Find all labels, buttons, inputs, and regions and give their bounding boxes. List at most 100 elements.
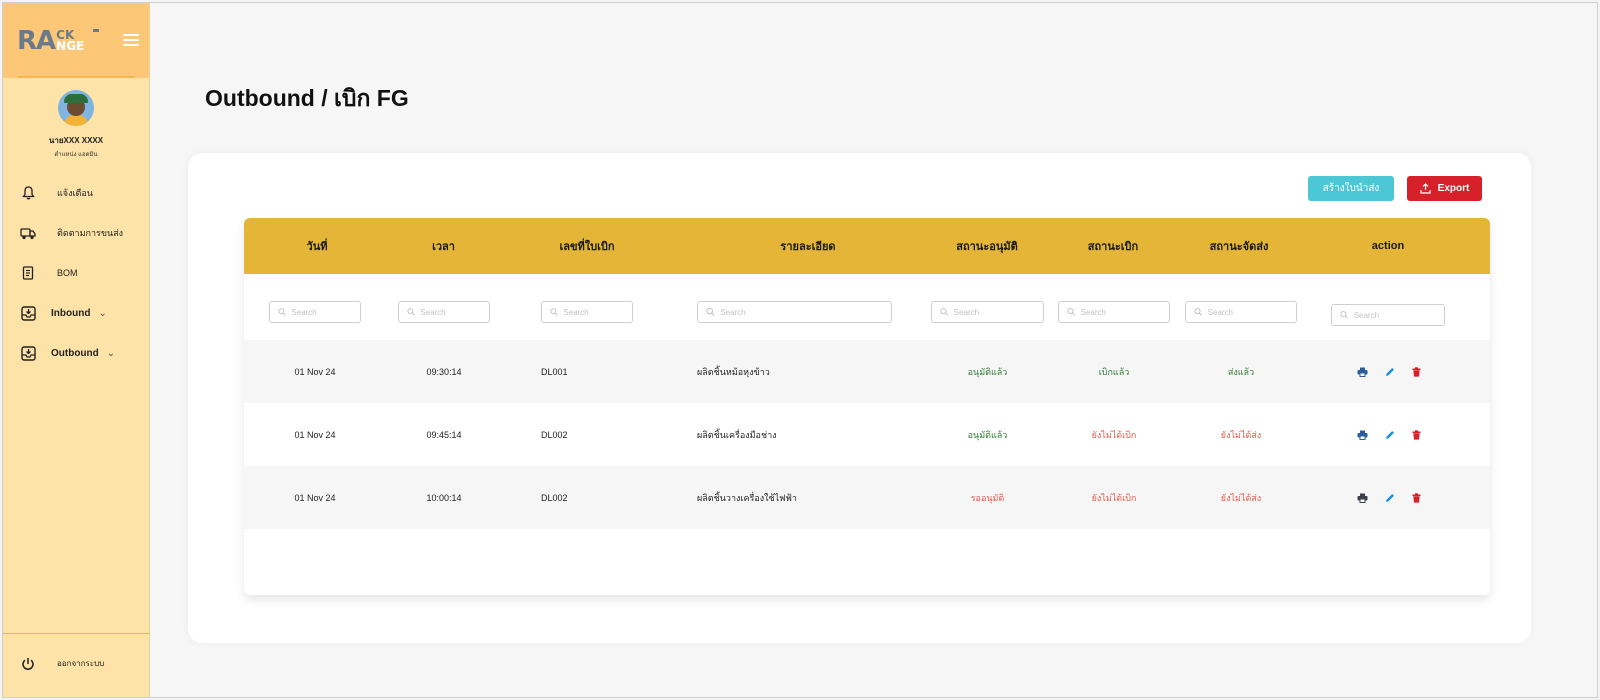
cell-approve-status: รออนุมัติ: [970, 492, 1005, 503]
cell-doc-no: DL002: [541, 429, 568, 440]
delete-icon[interactable]: [1411, 366, 1422, 377]
search-approve-status[interactable]: [931, 301, 1044, 323]
logout-button[interactable]: ออกจากระบบ: [3, 633, 150, 679]
print-icon[interactable]: [1357, 429, 1368, 440]
column-header-approve-status[interactable]: สถานะอนุมัติ: [929, 218, 1045, 274]
edit-icon[interactable]: [1384, 429, 1395, 440]
sidebar-nav: แจ้งเตือน ติดตามการขนส่ง BOM Inbound ⌄ O…: [3, 173, 149, 373]
cell-detail: ผลิตชิ้นวางเครื่องใช้ไฟฟ้า: [697, 492, 797, 503]
cell-withdraw-status: ยังไม่ได้เบิก: [1091, 492, 1137, 503]
sidebar-item-bom[interactable]: BOM: [3, 253, 149, 293]
sidebar-item-label: แจ้งเตือน: [57, 188, 93, 198]
print-icon[interactable]: [1357, 366, 1368, 377]
row-actions: [1357, 340, 1422, 403]
brand-header: RA CK NGE: [3, 3, 149, 78]
column-header-time[interactable]: เวลา: [390, 218, 497, 274]
search-action[interactable]: [1331, 304, 1445, 326]
logout-label: ออกจากระบบ: [57, 659, 105, 668]
edit-icon[interactable]: [1384, 492, 1395, 503]
chevron-down-icon[interactable]: ⌄: [107, 348, 115, 359]
sidebar-item-label: Outbound: [51, 347, 99, 359]
search-input-time[interactable]: [420, 307, 489, 317]
column-header-doc-no[interactable]: เลขที่ใบเบิก: [497, 218, 677, 274]
cell-time: 09:45:14: [426, 429, 462, 440]
export-button[interactable]: Export: [1407, 176, 1482, 201]
menu-icon[interactable]: [123, 34, 139, 46]
row-actions: [1357, 403, 1422, 466]
search-doc-no[interactable]: [541, 301, 633, 323]
table-row[interactable]: 01 Nov 24 10:00:14 DL002 ผลิตชิ้นวางเครื…: [244, 466, 1490, 529]
sidebar: RA CK NGE นายXXX XXXX ตำแหน่ง แอดมิน แจ้…: [3, 3, 150, 697]
search-icon: [407, 308, 415, 316]
delete-icon[interactable]: [1411, 429, 1422, 440]
search-detail[interactable]: [697, 301, 892, 323]
divider: [17, 76, 135, 78]
search-icon: [1067, 308, 1076, 316]
document-icon: [19, 266, 37, 280]
search-icon: [940, 308, 949, 316]
table-header: วันที่ เวลา เลขที่ใบเบิก รายละเอียด สถาน…: [244, 218, 1490, 274]
column-header-ship-status[interactable]: สถานะจัดส่ง: [1181, 218, 1297, 274]
search-icon: [1194, 308, 1203, 316]
export-label: Export: [1437, 183, 1470, 194]
sidebar-item-tracking[interactable]: ติดตามการขนส่ง: [3, 213, 149, 253]
cell-date: 01 Nov 24: [294, 492, 336, 503]
inbox-icon: [19, 345, 37, 361]
search-input-doc-no[interactable]: [563, 307, 632, 317]
search-ship-status[interactable]: [1185, 301, 1297, 323]
search-icon: [550, 308, 558, 316]
cell-detail: ผลิตชิ้นเครื่องมือช่าง: [697, 429, 777, 440]
truck-icon: [19, 227, 37, 240]
search-input-withdraw-status[interactable]: [1080, 307, 1169, 317]
create-delivery-note-button[interactable]: สร้างใบนำส่ง: [1308, 176, 1394, 201]
delete-icon[interactable]: [1411, 492, 1422, 503]
cell-withdraw-status: ยังไม่ได้เบิก: [1091, 429, 1137, 440]
search-input-action[interactable]: [1353, 310, 1444, 320]
row-actions: [1357, 466, 1422, 529]
cell-approve-status: อนุมัติแล้ว: [967, 366, 1008, 377]
column-header-withdraw-status[interactable]: สถานะเบิก: [1055, 218, 1171, 274]
sidebar-item-inbound[interactable]: Inbound ⌄: [3, 293, 149, 333]
sidebar-item-label: ติดตามการขนส่ง: [57, 228, 124, 238]
page-title: Outbound / เบิก FG: [205, 85, 409, 111]
column-header-detail[interactable]: รายละเอียด: [677, 218, 939, 274]
cell-withdraw-status: เบิกแล้ว: [1098, 366, 1130, 377]
sidebar-item-outbound[interactable]: Outbound ⌄: [3, 333, 149, 373]
cell-ship-status: ส่งแล้ว: [1227, 366, 1255, 377]
search-date[interactable]: [269, 301, 361, 323]
search-input-approve-status[interactable]: [953, 307, 1043, 317]
filter-row: [244, 274, 1490, 340]
search-input-date[interactable]: [291, 307, 360, 317]
cell-detail: ผลิตชิ้นหม้อหุงข้าว: [697, 366, 770, 377]
column-header-date[interactable]: วันที่: [244, 218, 390, 274]
print-icon[interactable]: [1357, 492, 1368, 503]
profile-role: ตำแหน่ง แอดมิน: [54, 152, 98, 158]
upload-icon: [1420, 183, 1431, 194]
profile: นายXXX XXXX ตำแหน่ง แอดมิน: [3, 78, 149, 159]
column-header-action: action: [1371, 240, 1405, 252]
app-window: RA CK NGE นายXXX XXXX ตำแหน่ง แอดมิน แจ้…: [2, 2, 1598, 698]
logo: RA CK NGE: [17, 26, 84, 56]
edit-icon[interactable]: [1384, 366, 1395, 377]
table-row[interactable]: 01 Nov 24 09:45:14 DL002 ผลิตชิ้นเครื่อง…: [244, 403, 1490, 466]
content-card: สร้างใบนำส่ง Export วันที่ เวลา เลขที่ใบ…: [188, 153, 1531, 643]
chevron-down-icon[interactable]: ⌄: [98, 308, 106, 319]
cell-doc-no: DL001: [541, 366, 568, 377]
search-icon: [706, 307, 715, 317]
profile-name: นายXXX XXXX: [48, 136, 104, 145]
table-row[interactable]: 01 Nov 24 09:30:14 DL001 ผลิตชิ้นหม้อหุง…: [244, 340, 1490, 403]
logo-dash: [93, 29, 99, 32]
search-input-ship-status[interactable]: [1207, 307, 1296, 317]
sidebar-item-notifications[interactable]: แจ้งเตือน: [3, 173, 149, 213]
cell-time: 10:00:14: [426, 492, 462, 503]
bell-icon: [19, 186, 37, 200]
search-icon: [1340, 311, 1349, 319]
search-time[interactable]: [398, 301, 490, 323]
cell-ship-status: ยังไม่ได้ส่ง: [1220, 429, 1262, 440]
search-icon: [278, 308, 286, 316]
search-input-detail[interactable]: [720, 307, 891, 317]
cell-doc-no: DL002: [541, 492, 568, 503]
search-withdraw-status[interactable]: [1058, 301, 1170, 323]
cell-date: 01 Nov 24: [294, 366, 336, 377]
outbound-table: วันที่ เวลา เลขที่ใบเบิก รายละเอียด สถาน…: [244, 218, 1490, 595]
